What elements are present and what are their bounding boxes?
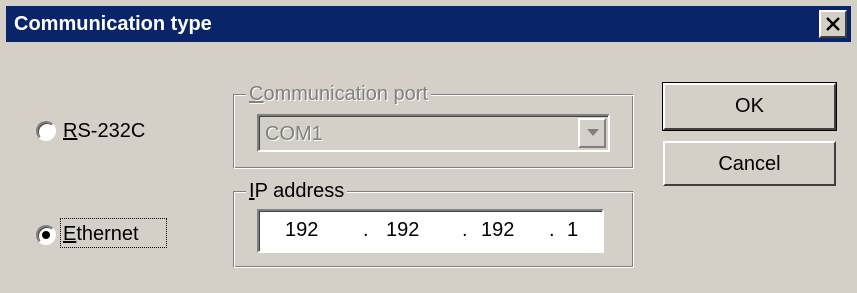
cancel-button[interactable]: Cancel [663,141,836,186]
ip-separator: . [462,219,468,241]
communication-port-select[interactable]: COM1 [257,114,610,152]
ip-address-input[interactable]: 192 . 192 . 192 . 1 [257,209,604,253]
window-title: Communication type [14,13,212,35]
ok-button[interactable]: OK [662,82,837,131]
communication-type-dialog: Communication type RS-232C Ethernet Comm… [0,0,857,293]
ip-separator: . [363,219,369,241]
title-bar: Communication type [6,6,851,42]
communication-port-legend: Communication port [246,83,431,105]
ip-address-legend: IP address [246,180,348,202]
ip-octet-4[interactable]: 1 [567,218,578,242]
ethernet-radio[interactable] [36,225,56,245]
close-icon [826,17,840,31]
ethernet-label[interactable]: Ethernet [63,222,139,246]
dropdown-button[interactable] [578,118,606,148]
radio-selected-dot [42,231,50,239]
ip-octet-2[interactable]: 192 [386,218,419,242]
ip-separator: . [549,219,555,241]
close-button[interactable] [819,10,847,38]
dropdown-arrow-icon [587,129,599,136]
rs232c-radio[interactable] [36,121,56,141]
communication-port-value: COM1 [265,123,323,145]
ip-octet-3[interactable]: 192 [481,218,514,242]
ip-octet-1[interactable]: 192 [285,218,318,242]
rs232c-label[interactable]: RS-232C [63,119,145,143]
